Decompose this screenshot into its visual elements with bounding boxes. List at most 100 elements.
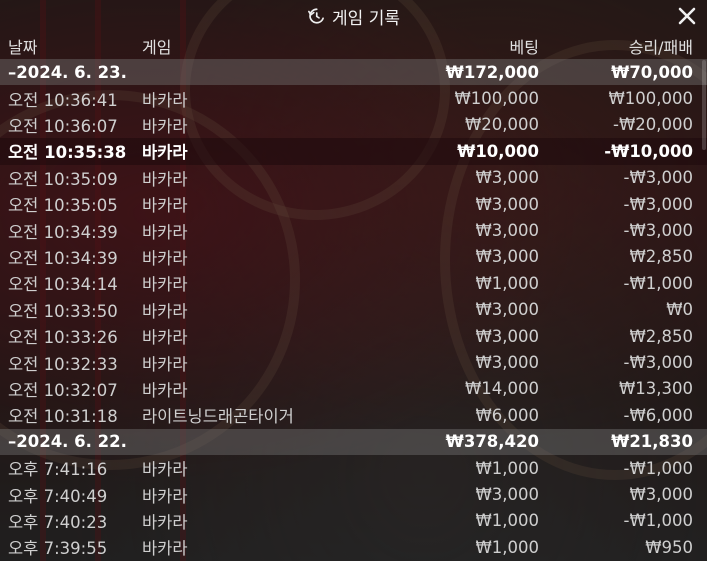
row-result: -₩3,000 [623,194,693,214]
row-bet: ₩3,000 [475,168,539,188]
row-bet: ₩3,000 [475,194,539,214]
row-game: 바카라 [142,143,188,163]
row-bet: ₩3,000 [475,300,539,320]
table-row[interactable]: 오전 10:36:41 바카라 ₩100,000 ₩100,000 [0,85,707,111]
row-result: -₩20,000 [612,115,693,135]
row-time: 오전 10:33:50 [8,301,118,321]
row-game: 바카라 [142,354,188,374]
page-title: 게임 기록 [332,8,400,29]
row-time: 오전 10:31:18 [8,407,118,427]
table-row[interactable]: 오전 10:36:07 바카라 ₩20,000 -₩20,000 [0,112,707,138]
row-result: -₩6,000 [623,405,693,425]
row-time: 오전 10:34:39 [8,222,118,242]
row-time: 오전 10:36:07 [8,116,118,136]
table-row[interactable]: 오전 10:34:39 바카라 ₩3,000 -₩3,000 [0,217,707,243]
row-game: 바카라 [142,275,188,295]
row-game: 바카라 [142,301,188,321]
row-game: 바카라 [142,90,188,110]
table-row[interactable]: 오후 7:41:16 바카라 ₩1,000 -₩1,000 [0,455,707,481]
scrollbar[interactable] [702,60,706,150]
row-bet: ₩1,000 [475,511,539,531]
row-time: 오후 7:39:55 [8,539,108,559]
column-result: 승리/패배 [628,37,693,57]
row-result: ₩950 [645,537,693,557]
row-result: ₩3,000 [629,485,693,505]
row-game: 바카라 [142,380,188,400]
row-result: -₩3,000 [623,353,693,373]
row-game: 바카라 [142,222,188,242]
row-game: 바카라 [142,248,188,268]
table-row[interactable]: 오전 10:31:18 라이트닝드래곤타이거 ₩6,000 -₩6,000 [0,402,707,428]
row-bet: ₩100,000 [454,89,539,109]
table-row[interactable]: 오후 7:40:23 바카라 ₩1,000 -₩1,000 [0,508,707,534]
row-bet: ₩3,000 [475,326,539,346]
row-bet: ₩20,000 [464,115,539,135]
table-row[interactable]: 오전 10:34:39 바카라 ₩3,000 ₩2,850 [0,244,707,270]
row-bet: ₩1,000 [475,273,539,293]
column-date: 날짜 [8,37,38,57]
row-time: 오전 10:35:09 [8,169,118,189]
table-row[interactable]: 오전 10:33:50 바카라 ₩3,000 ₩0 [0,297,707,323]
column-bet: 베팅 [509,37,539,57]
close-button[interactable] [675,4,699,28]
row-time: 오전 10:35:05 [8,196,118,216]
row-bet: ₩1,000 [475,537,539,557]
group-result-total: ₩21,830 [611,432,693,452]
table-row[interactable]: 오후 7:40:49 바카라 ₩3,000 ₩3,000 [0,481,707,507]
row-bet: ₩3,000 [475,221,539,241]
row-result: -₩10,000 [604,141,693,161]
group-result-total: ₩70,000 [611,62,693,82]
row-time: 오전 10:32:33 [8,354,118,374]
row-result: ₩2,850 [629,326,693,346]
row-result: ₩0 [666,300,693,320]
row-bet: ₩10,000 [457,141,539,161]
row-time: 오전 10:34:39 [8,248,118,268]
row-bet: ₩3,000 [475,485,539,505]
table-row[interactable]: 오전 10:35:09 바카라 ₩3,000 -₩3,000 [0,165,707,191]
row-time: 오전 10:35:38 [8,143,127,163]
table-row[interactable]: 오후 7:39:55 바카라 ₩1,000 ₩950 [0,534,707,560]
close-icon [678,7,696,25]
group-date: –2024. 6. 23. [8,62,127,82]
row-result: -₩1,000 [623,511,693,531]
row-time: 오후 7:40:23 [8,512,108,532]
row-time: 오전 10:33:26 [8,328,118,348]
row-result: -₩3,000 [623,168,693,188]
row-game: 라이트닝드래곤타이거 [142,407,294,427]
row-time: 오후 7:40:49 [8,486,108,506]
row-game: 바카라 [142,116,188,136]
row-result: -₩3,000 [623,221,693,241]
row-bet: ₩3,000 [475,247,539,267]
row-bet: ₩1,000 [475,458,539,478]
row-game: 바카라 [142,460,188,480]
row-game: 바카라 [142,169,188,189]
table-row[interactable]: 오전 10:32:33 바카라 ₩3,000 -₩3,000 [0,349,707,375]
date-group-header[interactable]: –2024. 6. 22. ₩378,420 ₩21,830 [0,428,707,455]
row-game: 바카라 [142,328,188,348]
row-game: 바카라 [142,486,188,506]
row-time: 오전 10:32:07 [8,380,118,400]
table-row[interactable]: 오전 10:33:26 바카라 ₩3,000 ₩2,850 [0,323,707,349]
row-game: 바카라 [142,539,188,559]
row-result: ₩2,850 [629,247,693,267]
row-game: 바카라 [142,512,188,532]
date-group-header[interactable]: –2024. 6. 23. ₩172,000 ₩70,000 [0,59,707,86]
group-bet-total: ₩378,420 [445,432,539,452]
row-game: 바카라 [142,196,188,216]
group-date: –2024. 6. 22. [8,432,127,452]
history-icon [308,8,324,24]
table-row[interactable]: 오전 10:35:05 바카라 ₩3,000 -₩3,000 [0,191,707,217]
table-row[interactable]: 오전 10:35:38 바카라 ₩10,000 -₩10,000 [0,138,707,165]
row-time: 오전 10:34:14 [8,275,118,295]
table-row[interactable]: 오전 10:34:14 바카라 ₩1,000 -₩1,000 [0,270,707,296]
group-bet-total: ₩172,000 [445,62,539,82]
row-result: ₩13,300 [618,379,693,399]
table-row[interactable]: 오전 10:32:07 바카라 ₩14,000 ₩13,300 [0,376,707,402]
row-result: ₩100,000 [608,89,693,109]
column-header-row: 날짜 게임 베팅 승리/패배 [0,32,707,59]
row-bet: ₩6,000 [475,405,539,425]
row-bet: ₩3,000 [475,353,539,373]
row-result: -₩1,000 [623,273,693,293]
dialog-header: 게임 기록 [0,0,707,32]
column-game: 게임 [142,37,172,57]
